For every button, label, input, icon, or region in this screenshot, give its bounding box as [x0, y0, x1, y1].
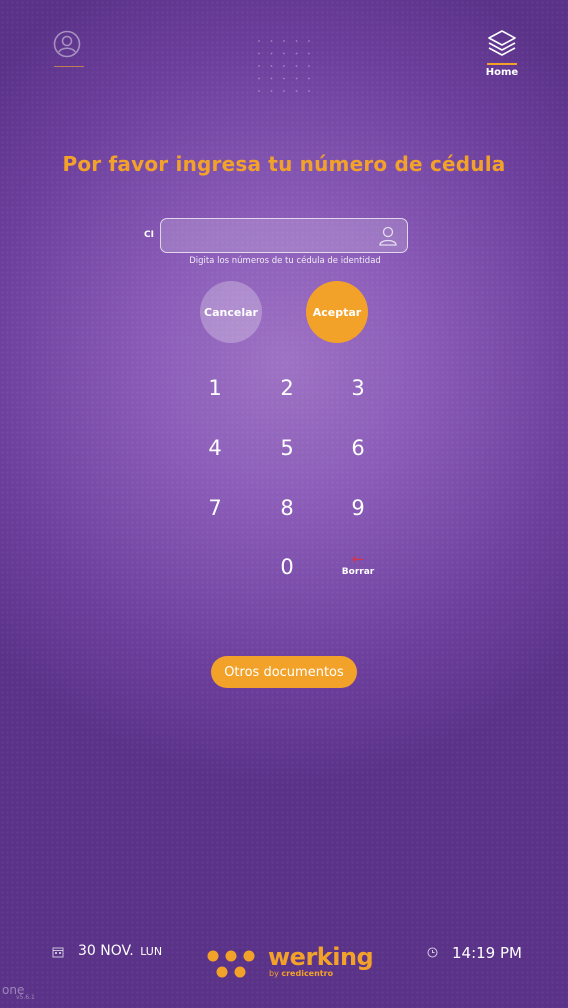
brand-sub: by credicentro — [269, 969, 333, 978]
keypad-key-2[interactable]: 2 — [267, 370, 307, 406]
keypad-key-4[interactable]: 4 — [195, 430, 235, 466]
user-outline-icon — [379, 226, 397, 246]
home-active-underline — [487, 63, 517, 65]
keypad-key-1[interactable]: 1 — [195, 370, 235, 406]
keypad-key-6[interactable]: 6 — [338, 430, 378, 466]
footer-date: 30 NOV. LUN — [78, 943, 162, 959]
ci-hint: Digita los números de tu cédula de ident… — [189, 256, 381, 266]
version-badge: one v5.6.1 — [2, 983, 35, 1001]
brand-sub-name: credicentro — [281, 969, 334, 978]
delete-button[interactable]: ← Borrar — [340, 552, 376, 584]
version-number: v5.6.1 — [16, 994, 35, 1001]
page-title: Por favor ingresa tu número de cédula — [62, 152, 506, 176]
user-underline — [54, 66, 84, 67]
ci-label: CI — [144, 230, 154, 240]
keypad-key-8[interactable]: 8 — [267, 490, 307, 526]
layers-stack-icon — [488, 30, 516, 56]
brand-logo: werking — [268, 943, 374, 971]
ci-input[interactable] — [160, 218, 408, 253]
user-profile-button[interactable] — [52, 29, 84, 67]
calendar-icon — [52, 947, 64, 958]
clock-icon — [427, 947, 438, 958]
keypad-key-5[interactable]: 5 — [267, 430, 307, 466]
dot-grid-icon — [258, 40, 310, 92]
keypad-key-7[interactable]: 7 — [195, 490, 235, 526]
user-circle-icon — [53, 30, 81, 58]
home-label: Home — [485, 67, 519, 78]
home-button[interactable]: Home — [486, 28, 518, 80]
keypad-key-3[interactable]: 3 — [338, 370, 378, 406]
keypad-key-0[interactable]: 0 — [267, 549, 307, 585]
arrow-left-icon: ← — [351, 550, 365, 568]
brand-sub-prefix: by — [269, 969, 279, 978]
cancel-button[interactable]: Cancelar — [200, 281, 262, 343]
delete-label: Borrar — [341, 567, 375, 577]
footer-time: 14:19 PM — [452, 944, 522, 962]
werking-logo-dots-icon — [207, 950, 255, 978]
date-value: 30 NOV. — [78, 943, 134, 959]
other-documents-button[interactable]: Otros documentos — [211, 656, 357, 688]
weekday-value: LUN — [140, 945, 163, 958]
keypad-key-9[interactable]: 9 — [338, 490, 378, 526]
accept-button[interactable]: Aceptar — [306, 281, 368, 343]
